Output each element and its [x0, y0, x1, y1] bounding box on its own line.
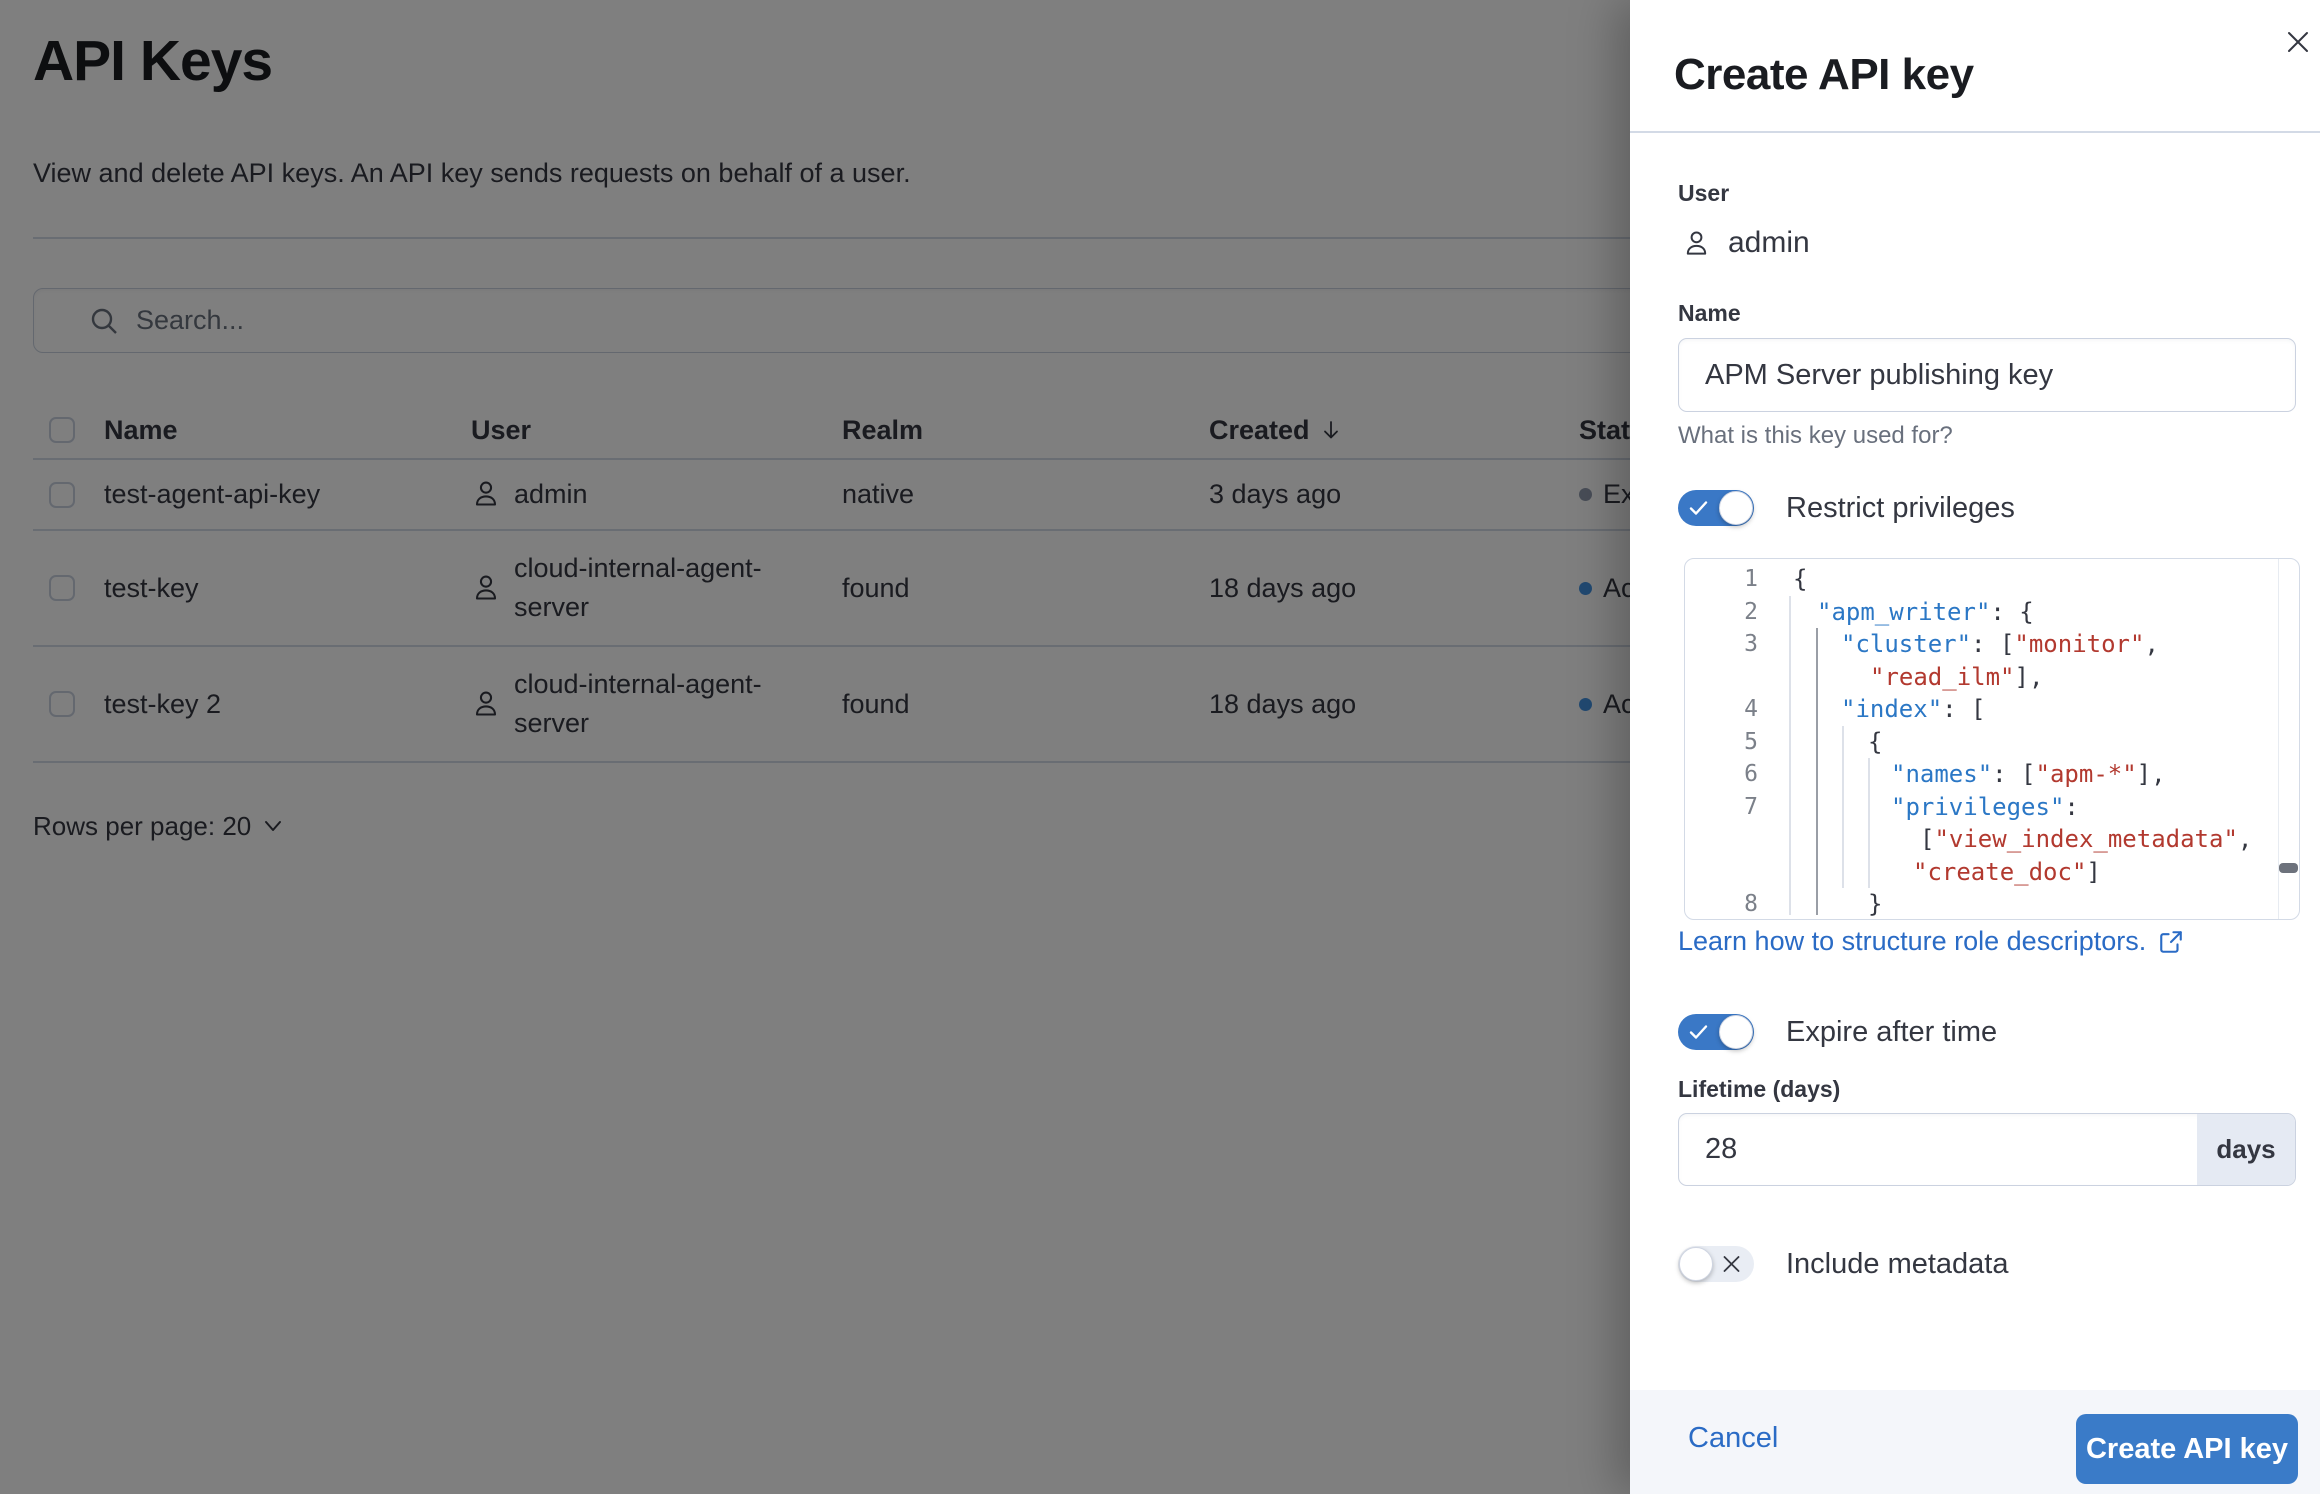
close-icon: [2278, 22, 2318, 62]
editor-code-line: "index": [: [1793, 693, 2275, 726]
user-value: admin: [1728, 226, 1810, 260]
include-metadata-label: Include metadata: [1786, 1248, 2008, 1281]
editor-scrollbar-thumb[interactable]: [2279, 863, 2298, 873]
toggle-knob: [1719, 1015, 1753, 1049]
editor-line-number: 1: [1685, 563, 1758, 596]
editor-code-line: "apm_writer": {: [1793, 596, 2275, 629]
editor-code-line: "create_doc"]: [1793, 856, 2275, 889]
include-metadata-row: Include metadata: [1678, 1246, 2008, 1282]
editor-line-number: 4: [1685, 693, 1758, 726]
check-icon: [1689, 499, 1708, 517]
expire-after-time-label: Expire after time: [1786, 1016, 1997, 1049]
toggle-x-icon: [1722, 1255, 1741, 1273]
editor-code-line: "read_ilm"],: [1793, 661, 2275, 694]
editor-line-number: 7: [1685, 791, 1758, 824]
name-label: Name: [1678, 300, 1741, 327]
lifetime-unit-append: days: [2197, 1114, 2295, 1185]
flyout-title: Create API key: [1674, 50, 1974, 100]
create-api-key-button[interactable]: Create API key: [2076, 1414, 2298, 1484]
editor-code-line: "names": ["apm-*"],: [1793, 758, 2275, 791]
editor-code-line: {: [1793, 563, 2275, 596]
lifetime-input[interactable]: [1679, 1114, 2197, 1185]
expire-after-time-toggle[interactable]: [1678, 1014, 1754, 1050]
editor-line-number: 8: [1685, 888, 1758, 920]
expire-after-time-row: Expire after time: [1678, 1014, 1997, 1050]
restrict-privileges-row: Restrict privileges: [1678, 490, 2015, 526]
include-metadata-toggle[interactable]: [1678, 1246, 1754, 1282]
toggle-knob: [1679, 1247, 1713, 1281]
name-input[interactable]: [1678, 338, 2296, 412]
editor-lines: {"apm_writer": {"cluster": ["monitor","r…: [1793, 563, 2275, 920]
editor-code-line: "privileges":: [1793, 791, 2275, 824]
close-button[interactable]: [2278, 22, 2318, 62]
editor-line-number: [1685, 823, 1758, 856]
restrict-privileges-label: Restrict privileges: [1786, 492, 2015, 525]
restrict-privileges-toggle[interactable]: [1678, 490, 1754, 526]
editor-line-number: 5: [1685, 726, 1758, 759]
create-api-key-flyout: Create API key User admin Name What is t…: [1630, 0, 2320, 1494]
editor-code-line: }: [1793, 888, 2275, 920]
editor-line-number: 2: [1685, 596, 1758, 629]
role-descriptors-editor[interactable]: 12345678 {"apm_writer": {"cluster": ["mo…: [1684, 558, 2300, 920]
editor-line-number: 6: [1685, 758, 1758, 791]
indent-guide: [1789, 596, 1791, 915]
learn-role-descriptors-link[interactable]: Learn how to structure role descriptors.: [1678, 926, 2184, 957]
toggle-knob: [1719, 491, 1753, 525]
user-label: User: [1678, 180, 1729, 207]
flyout-footer: Cancel Create API key: [1630, 1390, 2320, 1494]
user-value-row: admin: [1682, 226, 1810, 260]
editor-code-line: ["view_index_metadata",: [1793, 823, 2275, 856]
external-link-icon: [2158, 929, 2184, 955]
editor-gutter: 123 4567 8: [1685, 563, 1758, 920]
cancel-button[interactable]: Cancel: [1688, 1422, 1778, 1455]
editor-line-number: [1685, 856, 1758, 889]
editor-code-line: "cluster": ["monitor",: [1793, 628, 2275, 661]
editor-code-line: {: [1793, 726, 2275, 759]
editor-line-number: [1685, 661, 1758, 694]
check-icon: [1689, 1023, 1708, 1041]
lifetime-label: Lifetime (days): [1678, 1076, 1840, 1103]
flyout-header-divider: [1630, 131, 2320, 133]
name-help-text: What is this key used for?: [1678, 422, 1953, 450]
user-icon: [1682, 229, 1711, 258]
lifetime-field: days: [1678, 1113, 2296, 1186]
editor-line-number: 3: [1685, 628, 1758, 661]
